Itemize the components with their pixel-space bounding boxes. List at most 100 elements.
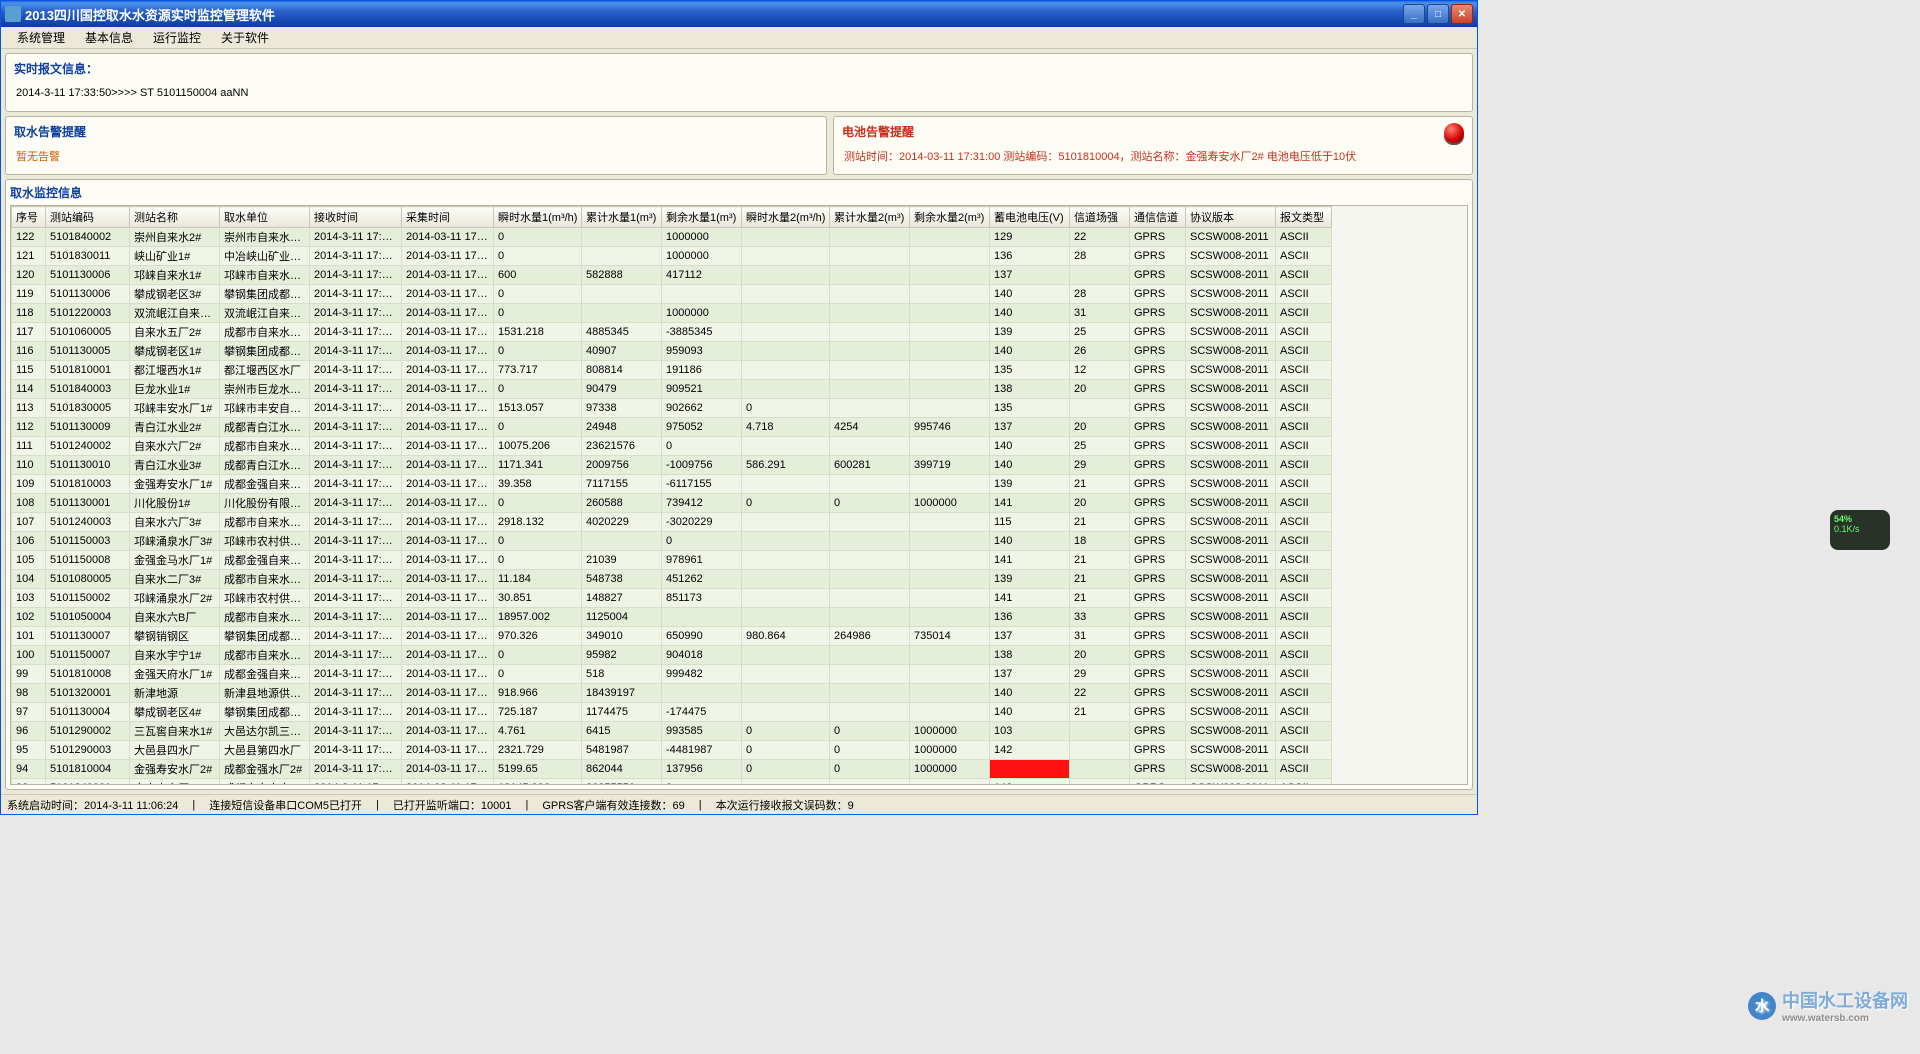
- column-header[interactable]: 蓄电池电压(V): [990, 207, 1070, 228]
- table-row[interactable]: 1215101830011峡山矿业1#中冶峡山矿业有…2014-3-11 17:…: [12, 247, 1467, 266]
- column-header[interactable]: 序号: [12, 207, 46, 228]
- table-cell: 川化股份有限公…: [220, 494, 310, 513]
- table-cell: [742, 437, 830, 456]
- titlebar[interactable]: 2013四川国控取水水资源实时监控管理软件 _ □ ✕: [1, 1, 1477, 27]
- table-row[interactable]: 1065101150003邛崃涌泉水厂3#邛崃市农村供水…2014-3-11 1…: [12, 532, 1467, 551]
- network-widget[interactable]: 54% 0.1K/s: [1830, 510, 1890, 550]
- table-cell: 1531.218: [494, 323, 582, 342]
- column-header[interactable]: 剩余水量1(m³): [662, 207, 742, 228]
- column-header[interactable]: 通信信道: [1130, 207, 1186, 228]
- table-cell: 106: [12, 532, 46, 551]
- column-header[interactable]: 测站编码: [46, 207, 130, 228]
- table-cell: 5101150002: [46, 589, 130, 608]
- table-row[interactable]: 975101130004攀成钢老区4#攀钢集团成都钢…2014-3-11 17:…: [12, 703, 1467, 722]
- table-row[interactable]: 1225101840002崇州自来水2#崇州市自来水公司2014-3-11 17…: [12, 228, 1467, 247]
- table-cell: 中冶峡山矿业有…: [220, 247, 310, 266]
- table-row[interactable]: 985101320001新津地源新津县地源供排…2014-3-11 17:3…2…: [12, 684, 1467, 703]
- table-cell: 2014-3-11 17:3…: [310, 399, 402, 418]
- table-cell: -3885345: [662, 323, 742, 342]
- table-cell: 25: [1070, 323, 1130, 342]
- table-row[interactable]: 995101810008金强天府水厂1#成都金强自来水…2014-3-11 17…: [12, 665, 1467, 684]
- table-cell: 109: [12, 475, 46, 494]
- menu-operation[interactable]: 运行监控: [143, 27, 211, 48]
- table-row[interactable]: 1015101130007攀钢销钢区攀钢集团成都钢…2014-3-11 17:3…: [12, 627, 1467, 646]
- table-row[interactable]: 1155101810001都江堰西水1#都江堰西区水厂2014-3-11 17:…: [12, 361, 1467, 380]
- table-cell: [742, 228, 830, 247]
- table-row[interactable]: 1005101150007自来水宇宁1#成都市自来水…2014-3-11 17:…: [12, 646, 1467, 665]
- table-cell: ASCII: [1276, 380, 1332, 399]
- column-header[interactable]: 瞬时水量1(m³/h): [494, 207, 582, 228]
- table-cell: [830, 437, 910, 456]
- table-row[interactable]: 1185101220003双流岷江自来水3#双流岷江自来水厂2014-3-11 …: [12, 304, 1467, 323]
- table-cell: 成都金强自来水…: [220, 475, 310, 494]
- table-row[interactable]: 1115101240002自来水六厂2#成都市自来水六A厂2014-3-11 1…: [12, 437, 1467, 456]
- table-cell: ASCII: [1276, 437, 1332, 456]
- column-header[interactable]: 瞬时水量2(m³/h): [742, 207, 830, 228]
- table-row[interactable]: 1195101130006攀成钢老区3#攀钢集团成都钢…2014-3-11 17…: [12, 285, 1467, 304]
- table-cell: 5101080005: [46, 570, 130, 589]
- table-cell: 2014-03-11 17:…: [402, 741, 494, 760]
- menu-system[interactable]: 系统管理: [7, 27, 75, 48]
- table-row[interactable]: 1055101150008金强金马水厂1#成都金强自来水…2014-3-11 1…: [12, 551, 1467, 570]
- column-header[interactable]: 协议版本: [1186, 207, 1276, 228]
- table-row[interactable]: 1175101060005自来水五厂2#成都市自来水五厂2014-3-11 17…: [12, 323, 1467, 342]
- table-row[interactable]: 1085101130001川化股份1#川化股份有限公…2014-3-11 17:…: [12, 494, 1467, 513]
- table-cell: 135: [990, 399, 1070, 418]
- minimize-button[interactable]: _: [1403, 4, 1425, 24]
- window-buttons: _ □ ✕: [1403, 4, 1473, 24]
- table-cell: [830, 646, 910, 665]
- table-cell: 21: [1070, 703, 1130, 722]
- table-row[interactable]: 1035101150002邛崃涌泉水厂2#邛崃市农村供水…2014-3-11 1…: [12, 589, 1467, 608]
- table-row[interactable]: 1075101240003自来水六厂3#成都市自来水六A厂2014-3-11 1…: [12, 513, 1467, 532]
- table-cell: 142: [990, 741, 1070, 760]
- maximize-button[interactable]: □: [1427, 4, 1449, 24]
- column-header[interactable]: 取水单位: [220, 207, 310, 228]
- table-cell: GPRS: [1130, 285, 1186, 304]
- close-button[interactable]: ✕: [1451, 4, 1473, 24]
- table-cell: 0: [830, 722, 910, 741]
- table-row[interactable]: 965101290002三瓦窖自来水1#大邑达尔凯三瓦…2014-3-11 17…: [12, 722, 1467, 741]
- table-row[interactable]: 1105101130010青白江水业3#成都青白江水业…2014-3-11 17…: [12, 456, 1467, 475]
- table-row[interactable]: 1095101810003金强寿安水厂1#成都金强自来水…2014-3-11 1…: [12, 475, 1467, 494]
- column-header[interactable]: 累计水量1(m³): [582, 207, 662, 228]
- table-cell: 97338: [582, 399, 662, 418]
- table-row[interactable]: 1135101830005邛崃丰安水厂1#邛崃市丰安自来…2014-3-11 1…: [12, 399, 1467, 418]
- data-table-wrap[interactable]: 序号测站编码测站名称取水单位接收时间采集时间瞬时水量1(m³/h)累计水量1(m…: [10, 205, 1468, 785]
- table-cell: [830, 475, 910, 494]
- table-cell: 2014-3-11 17:3…: [310, 380, 402, 399]
- menu-about[interactable]: 关于软件: [211, 27, 279, 48]
- table-row[interactable]: 935101240001自来水六厂1#成都市自来水六厂2014-3-11 17:…: [12, 779, 1467, 786]
- table-cell: ASCII: [1276, 684, 1332, 703]
- table-cell: 582888: [582, 266, 662, 285]
- table-row[interactable]: 1025101050004自来水六B厂成都市自来水六B厂2014-3-11 17…: [12, 608, 1467, 627]
- table-cell: 2014-03-11 17:…: [402, 570, 494, 589]
- column-header[interactable]: 信道场强: [1070, 207, 1130, 228]
- table-cell: 成都金强水厂2#: [220, 760, 310, 779]
- table-row[interactable]: 1125101130009青白江水业2#成都青白江水业…2014-3-11 17…: [12, 418, 1467, 437]
- column-header[interactable]: 累计水量2(m³): [830, 207, 910, 228]
- table-cell: 0: [830, 741, 910, 760]
- column-header[interactable]: 剩余水量2(m³): [910, 207, 990, 228]
- table-cell: 0: [742, 399, 830, 418]
- table-cell: GPRS: [1130, 399, 1186, 418]
- table-cell: SCSW008-2011: [1186, 760, 1276, 779]
- table-cell: 100: [12, 646, 46, 665]
- column-header[interactable]: 报文类型: [1276, 207, 1332, 228]
- table-cell: 2014-3-11 17:3…: [310, 456, 402, 475]
- menu-basic[interactable]: 基本信息: [75, 27, 143, 48]
- battery-alert-title: 电池告警提醒: [842, 123, 1464, 140]
- table-cell: 95982: [582, 646, 662, 665]
- table-cell: GPRS: [1130, 646, 1186, 665]
- table-row[interactable]: 945101810004金强寿安水厂2#成都金强水厂2#2014-3-11 17…: [12, 760, 1467, 779]
- table-cell: 650990: [662, 627, 742, 646]
- column-header[interactable]: 接收时间: [310, 207, 402, 228]
- table-cell: 0: [742, 741, 830, 760]
- table-row[interactable]: 955101290003大邑县四水厂大邑县第四水厂2014-3-11 17:3……: [12, 741, 1467, 760]
- table-row[interactable]: 1205101130006邛崃自来水1#邛崃市自来水公司2014-3-11 17…: [12, 266, 1467, 285]
- column-header[interactable]: 测站名称: [130, 207, 220, 228]
- table-cell: 104: [12, 570, 46, 589]
- table-row[interactable]: 1165101130005攀成钢老区1#攀钢集团成都钢…2014-3-11 17…: [12, 342, 1467, 361]
- column-header[interactable]: 采集时间: [402, 207, 494, 228]
- table-row[interactable]: 1045101080005自来水二厂3#成都市自来水二厂2014-3-11 17…: [12, 570, 1467, 589]
- table-row[interactable]: 1145101840003巨龙水业1#崇州市巨龙水业…2014-3-11 17:…: [12, 380, 1467, 399]
